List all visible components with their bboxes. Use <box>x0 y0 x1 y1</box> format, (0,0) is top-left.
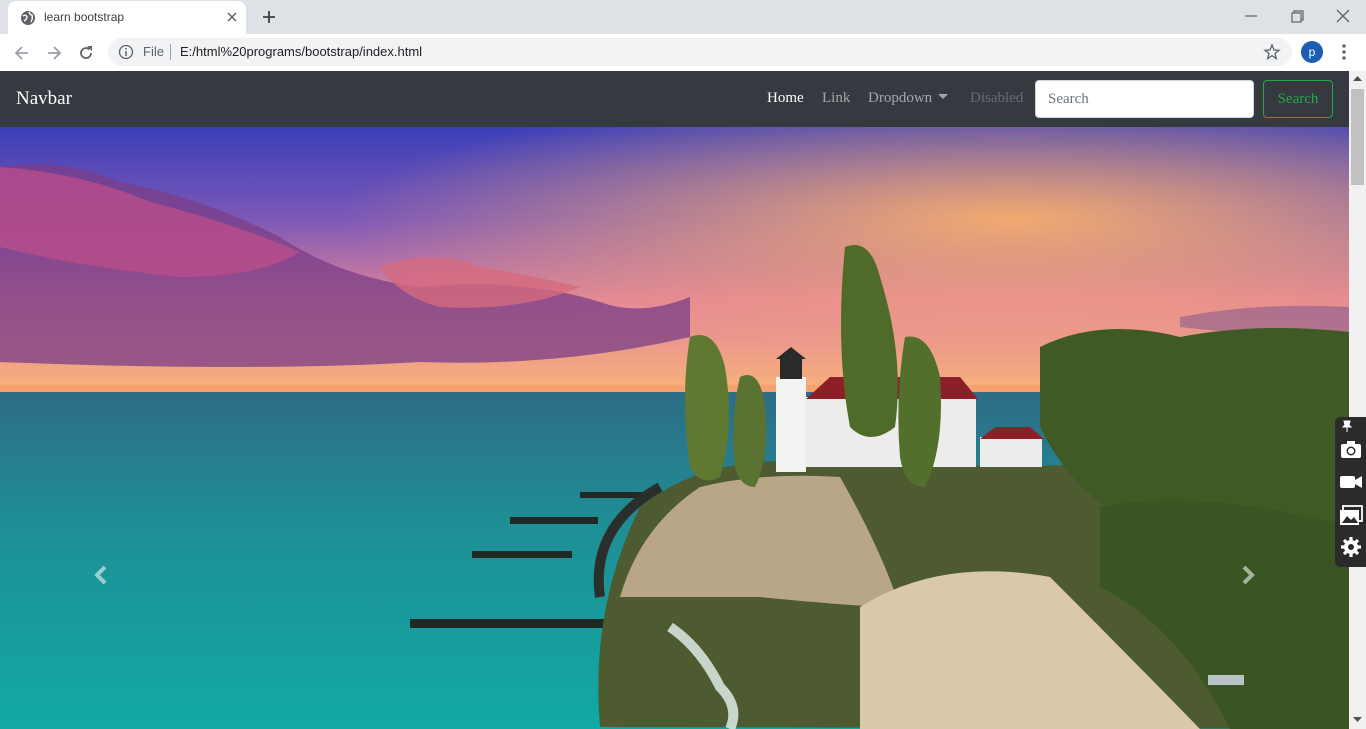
reload-icon[interactable] <box>76 43 96 63</box>
nav-link-home[interactable]: Home <box>767 90 804 107</box>
minimize-icon[interactable] <box>1241 6 1261 26</box>
search-button[interactable]: Search <box>1263 80 1333 118</box>
window-close-icon[interactable] <box>1333 6 1353 26</box>
back-arrow-icon[interactable] <box>12 43 32 63</box>
page-viewport: Navbar Home Link Dropdown Disabled Searc… <box>0 71 1349 729</box>
vertical-scrollbar[interactable] <box>1349 71 1366 729</box>
profile-avatar[interactable]: p <box>1301 41 1323 63</box>
video-icon[interactable] <box>1338 470 1364 494</box>
navbar-brand[interactable]: Navbar <box>16 88 72 110</box>
scroll-up-arrow-icon[interactable] <box>1353 75 1362 82</box>
nav-link-disabled: Disabled <box>970 90 1024 106</box>
browser-toolbar: File E:/html%20programs/bootstrap/index.… <box>0 34 1366 72</box>
chevron-left-icon[interactable] <box>89 557 113 593</box>
caret-down-icon <box>938 94 949 99</box>
tab-title: learn bootstrap <box>44 10 125 24</box>
navbar: Navbar Home Link Dropdown Disabled Searc… <box>0 71 1349 127</box>
carousel <box>0 127 1349 729</box>
nav-dropdown-toggle[interactable]: Dropdown <box>868 90 949 107</box>
gear-icon[interactable] <box>1338 535 1364 559</box>
nav-link-link[interactable]: Link <box>822 90 850 107</box>
globe-icon <box>21 11 35 25</box>
address-bar[interactable]: File E:/html%20programs/bootstrap/index.… <box>108 38 1292 66</box>
carousel-slide-image <box>0 127 1349 729</box>
scroll-down-arrow-icon[interactable] <box>1353 716 1362 723</box>
gallery-icon[interactable] <box>1338 503 1364 527</box>
info-icon[interactable] <box>118 44 134 60</box>
restore-icon[interactable] <box>1287 6 1307 26</box>
security-label: File <box>143 44 164 59</box>
chevron-right-icon[interactable] <box>1236 557 1260 593</box>
scrollbar-thumb[interactable] <box>1351 89 1364 185</box>
search-input[interactable] <box>1035 80 1254 118</box>
more-menu-icon[interactable] <box>1336 42 1352 62</box>
browser-tab[interactable]: learn bootstrap <box>8 1 246 34</box>
new-tab-button[interactable] <box>260 8 278 26</box>
browser-tab-strip: learn bootstrap <box>0 0 1366 34</box>
address-divider <box>170 44 171 60</box>
camera-icon[interactable] <box>1338 437 1364 461</box>
capture-side-widget <box>1335 417 1366 567</box>
forward-arrow-icon[interactable] <box>44 43 64 63</box>
nav-dropdown-label: Dropdown <box>868 90 933 106</box>
close-icon[interactable] <box>225 10 239 24</box>
bookmark-star-icon[interactable] <box>1263 43 1281 61</box>
url-text[interactable]: E:/html%20programs/bootstrap/index.html <box>180 44 422 59</box>
